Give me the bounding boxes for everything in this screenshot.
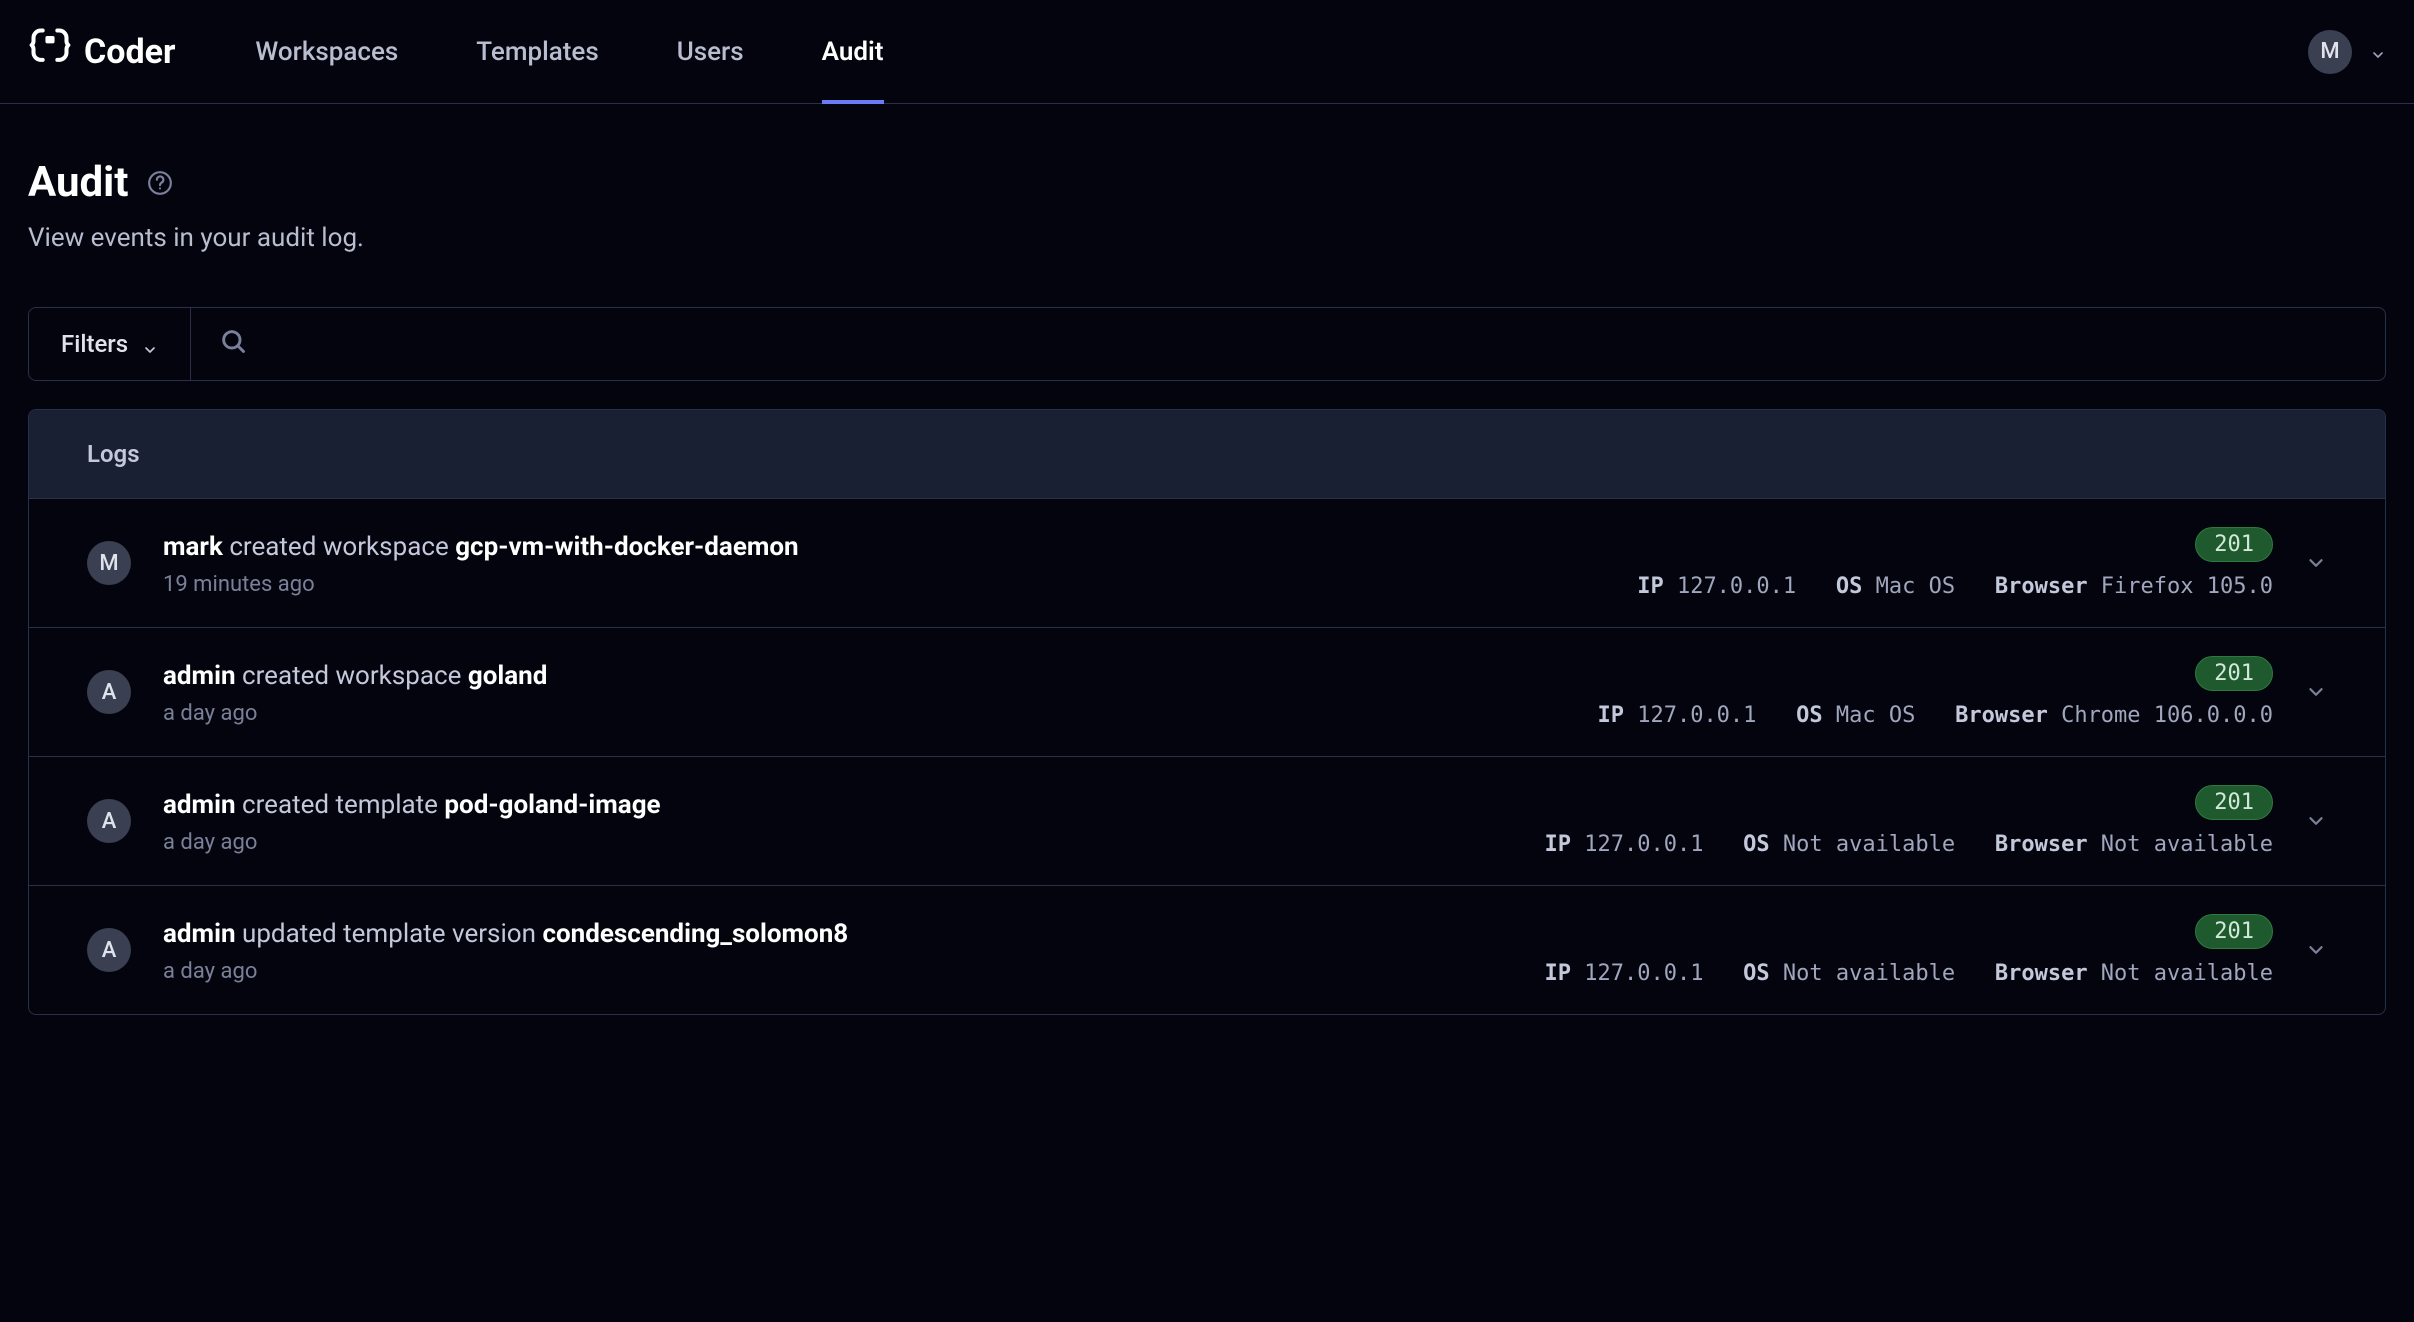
filter-bar: Filters (28, 307, 2386, 381)
header-user-area[interactable]: M (2308, 30, 2386, 74)
log-meta: 201 IP 127.0.0.1 OS Mac OS Browser Chrom… (1597, 656, 2273, 728)
chevron-down-icon (142, 336, 158, 352)
nav-users[interactable]: Users (677, 0, 744, 103)
chevron-down-icon[interactable] (2305, 939, 2327, 961)
help-icon[interactable] (147, 170, 173, 196)
log-action: updated template version (242, 919, 542, 949)
log-target: pod-goland-image (444, 790, 660, 820)
log-meta: 201 IP 127.0.0.1 OS Not available Browse… (1544, 785, 2273, 857)
log-actor: admin (163, 661, 236, 691)
logs-header: Logs (29, 410, 2385, 498)
search-input[interactable] (265, 330, 2357, 358)
log-action: created template (242, 790, 444, 820)
log-avatar: A (87, 928, 131, 972)
log-avatar: A (87, 670, 131, 714)
user-avatar: M (2308, 30, 2352, 74)
brand-logo[interactable]: Coder (28, 25, 175, 78)
log-target: gcp-vm-with-docker-daemon (455, 532, 798, 562)
nav-templates[interactable]: Templates (476, 0, 598, 103)
log-target: goland (468, 661, 548, 691)
page-title-row: Audit (28, 158, 2386, 207)
log-timestamp: 19 minutes ago (163, 572, 1605, 597)
page-title: Audit (28, 158, 129, 207)
log-meta: 201 IP 127.0.0.1 OS Not available Browse… (1544, 914, 2273, 986)
log-actor: mark (163, 532, 223, 562)
log-timestamp: a day ago (163, 701, 1565, 726)
log-timestamp: a day ago (163, 830, 1512, 855)
log-description: mark created workspace gcp-vm-with-docke… (163, 529, 1605, 565)
page-subtitle: View events in your audit log. (28, 223, 2386, 253)
main-nav: Workspaces Templates Users Audit (255, 0, 883, 103)
log-target: condescending_solomon8 (542, 919, 848, 949)
log-description: admin created template pod-goland-image (163, 787, 1512, 823)
log-actor: admin (163, 919, 236, 949)
log-row[interactable]: A admin created workspace goland a day a… (29, 627, 2385, 756)
log-row[interactable]: A admin created template pod-goland-imag… (29, 756, 2385, 885)
chevron-down-icon[interactable] (2305, 552, 2327, 574)
status-badge: 201 (2195, 656, 2273, 691)
log-row[interactable]: A admin updated template version condesc… (29, 885, 2385, 1014)
log-main: admin created workspace goland a day ago (163, 658, 1565, 725)
log-details: IP 127.0.0.1 OS Not available Browser No… (1544, 832, 2273, 857)
log-avatar: A (87, 799, 131, 843)
status-badge: 201 (2195, 785, 2273, 820)
app-header: Coder Workspaces Templates Users Audit M (0, 0, 2414, 104)
log-description: admin created workspace goland (163, 658, 1565, 694)
filters-button-label: Filters (61, 330, 128, 358)
search-box (191, 308, 2385, 380)
log-details: IP 127.0.0.1 OS Mac OS Browser Firefox 1… (1637, 574, 2273, 599)
page-content: Audit View events in your audit log. Fil… (0, 104, 2414, 1043)
log-avatar: M (87, 541, 131, 585)
log-main: admin updated template version condescen… (163, 916, 1512, 983)
nav-audit[interactable]: Audit (822, 0, 884, 103)
brand-name: Coder (84, 32, 175, 72)
log-actor: admin (163, 790, 236, 820)
logs-panel: Logs M mark created workspace gcp-vm-wit… (28, 409, 2386, 1015)
filters-button[interactable]: Filters (29, 308, 191, 380)
chevron-down-icon[interactable] (2305, 810, 2327, 832)
log-meta: 201 IP 127.0.0.1 OS Mac OS Browser Firef… (1637, 527, 2273, 599)
status-badge: 201 (2195, 914, 2273, 949)
log-details: IP 127.0.0.1 OS Not available Browser No… (1544, 961, 2273, 986)
log-action: created workspace (229, 532, 455, 562)
log-row[interactable]: M mark created workspace gcp-vm-with-doc… (29, 498, 2385, 627)
log-timestamp: a day ago (163, 959, 1512, 984)
log-main: admin created template pod-goland-image … (163, 787, 1512, 854)
status-badge: 201 (2195, 527, 2273, 562)
log-details: IP 127.0.0.1 OS Mac OS Browser Chrome 10… (1597, 703, 2273, 728)
search-icon (219, 327, 247, 361)
chevron-down-icon (2370, 44, 2386, 60)
log-main: mark created workspace gcp-vm-with-docke… (163, 529, 1605, 596)
coder-logo-icon (28, 25, 72, 78)
nav-workspaces[interactable]: Workspaces (255, 0, 398, 103)
chevron-down-icon[interactable] (2305, 681, 2327, 703)
log-action: created workspace (242, 661, 468, 691)
log-description: admin updated template version condescen… (163, 916, 1512, 952)
